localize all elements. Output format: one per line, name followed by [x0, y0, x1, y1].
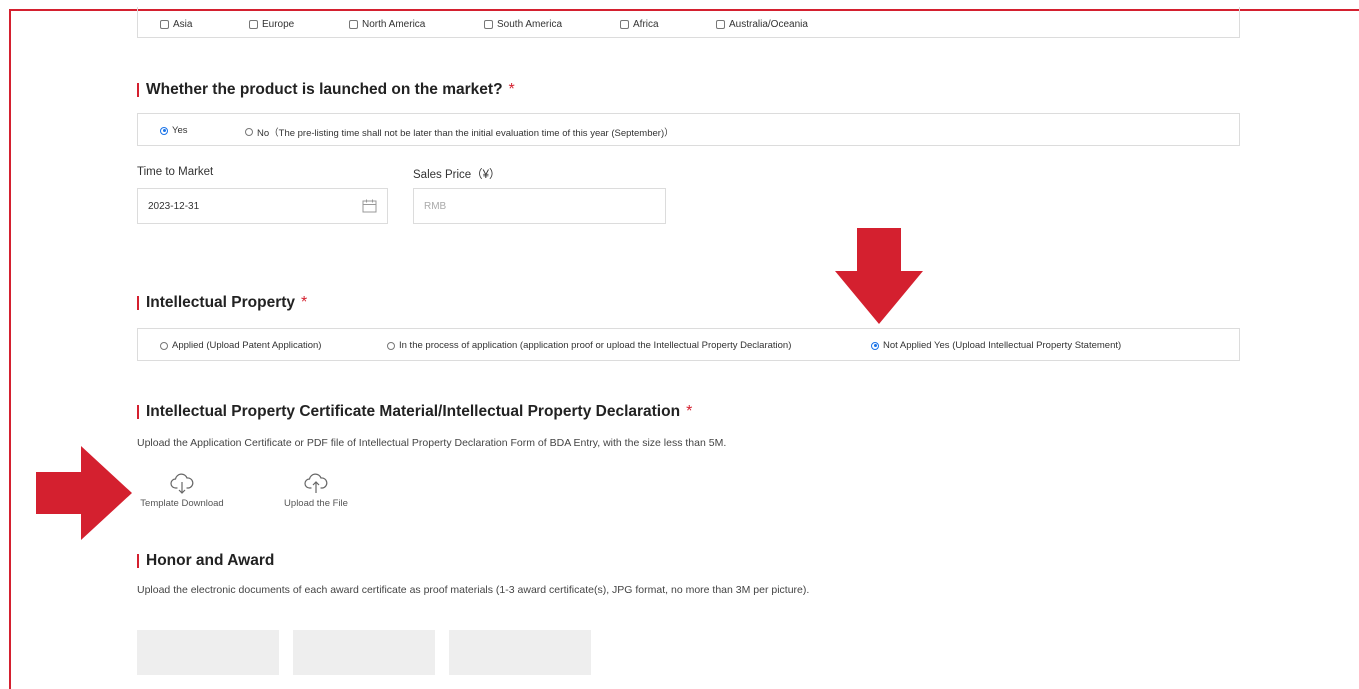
checkbox-box[interactable] — [620, 20, 629, 29]
checkbox-box[interactable] — [249, 20, 258, 29]
checkbox-south-america[interactable]: South America — [484, 19, 562, 30]
market-radio-group: Yes No（The pre-listing time shall not be… — [137, 113, 1240, 146]
checkbox-north-america[interactable]: North America — [349, 19, 425, 30]
section-title-certificate: Intellectual Property Certificate Materi… — [137, 403, 692, 421]
radio-button[interactable] — [387, 341, 395, 350]
radio-market-yes[interactable]: Yes — [160, 125, 188, 136]
radio-label: In the process of application (applicati… — [399, 340, 792, 351]
section-title-text: Intellectual Property Certificate Materi… — [146, 403, 681, 420]
section-title-text: Intellectual Property — [146, 294, 296, 311]
checkbox-label: Australia/Oceania — [729, 19, 808, 30]
calendar-icon[interactable] — [362, 199, 377, 216]
required-mark: * — [508, 81, 515, 98]
red-arrow-right-icon — [36, 446, 132, 545]
checkbox-europe[interactable]: Europe — [249, 19, 294, 30]
upload-file-label: Upload the File — [284, 498, 348, 509]
section-accent-bar — [137, 405, 139, 419]
radio-ip-not-applied[interactable]: Not Applied Yes (Upload Intellectual Pro… — [871, 340, 1121, 351]
time-to-market-label: Time to Market — [137, 166, 214, 178]
sales-price-label: Sales Price（¥） — [413, 169, 501, 181]
radio-label: Not Applied Yes (Upload Intellectual Pro… — [883, 340, 1122, 351]
award-upload-slot-1[interactable] — [137, 630, 279, 675]
checkbox-label: Asia — [173, 19, 193, 30]
radio-market-no[interactable]: No（The pre-listing time shall not be lat… — [245, 125, 674, 139]
region-checkbox-group: Asia Europe North America South America … — [137, 7, 1240, 38]
checkbox-box[interactable] — [349, 20, 358, 29]
checkbox-australia-oceania[interactable]: Australia/Oceania — [716, 19, 808, 30]
template-download-button[interactable]: Template Download — [137, 473, 227, 509]
checkbox-label: Africa — [633, 19, 659, 30]
time-to-market-value: 2023-12-31 — [148, 200, 200, 212]
template-download-label: Template Download — [140, 498, 224, 509]
checkbox-box[interactable] — [484, 20, 493, 29]
checkbox-box[interactable] — [716, 20, 725, 29]
radio-button[interactable] — [160, 126, 168, 135]
ip-radio-group: Applied (Upload Patent Application) In t… — [137, 328, 1240, 361]
cloud-upload-icon — [304, 473, 328, 493]
red-arrow-down-icon — [835, 228, 923, 329]
honor-description: Upload the electronic documents of each … — [137, 584, 810, 596]
checkbox-box[interactable] — [160, 20, 169, 29]
required-mark: * — [686, 403, 693, 420]
section-accent-bar — [137, 296, 139, 310]
radio-ip-applied[interactable]: Applied (Upload Patent Application) — [160, 340, 321, 351]
award-upload-slot-2[interactable] — [293, 630, 435, 675]
radio-button[interactable] — [245, 128, 253, 136]
section-title-text: Whether the product is launched on the m… — [146, 81, 503, 98]
radio-button[interactable] — [160, 341, 168, 350]
required-mark: * — [301, 294, 308, 311]
sales-price-placeholder: RMB — [424, 200, 447, 212]
checkbox-label: South America — [497, 19, 563, 30]
sales-price-input[interactable]: RMB — [413, 188, 666, 224]
upload-file-button[interactable]: Upload the File — [271, 473, 361, 509]
section-accent-bar — [137, 83, 139, 97]
time-to-market-input[interactable]: 2023-12-31 — [137, 188, 388, 224]
section-accent-bar — [137, 554, 139, 568]
radio-label: Yes — [172, 125, 188, 136]
radio-ip-in-process[interactable]: In the process of application (applicati… — [387, 340, 791, 351]
section-title-honor: Honor and Award — [137, 552, 274, 570]
section-title-text: Honor and Award — [146, 552, 275, 569]
section-title-market: Whether the product is launched on the m… — [137, 81, 515, 99]
checkbox-africa[interactable]: Africa — [620, 19, 659, 30]
radio-label: Applied (Upload Patent Application) — [172, 340, 322, 351]
cloud-download-icon — [170, 473, 194, 494]
radio-button[interactable] — [871, 341, 879, 350]
award-upload-slot-3[interactable] — [449, 630, 591, 675]
section-title-ip: Intellectual Property * — [137, 294, 307, 312]
checkbox-label: Europe — [262, 19, 295, 30]
radio-label: No（The pre-listing time shall not be lat… — [257, 128, 674, 139]
checkbox-asia[interactable]: Asia — [160, 19, 192, 30]
certificate-description: Upload the Application Certificate or PD… — [137, 437, 727, 449]
checkbox-label: North America — [362, 19, 426, 30]
